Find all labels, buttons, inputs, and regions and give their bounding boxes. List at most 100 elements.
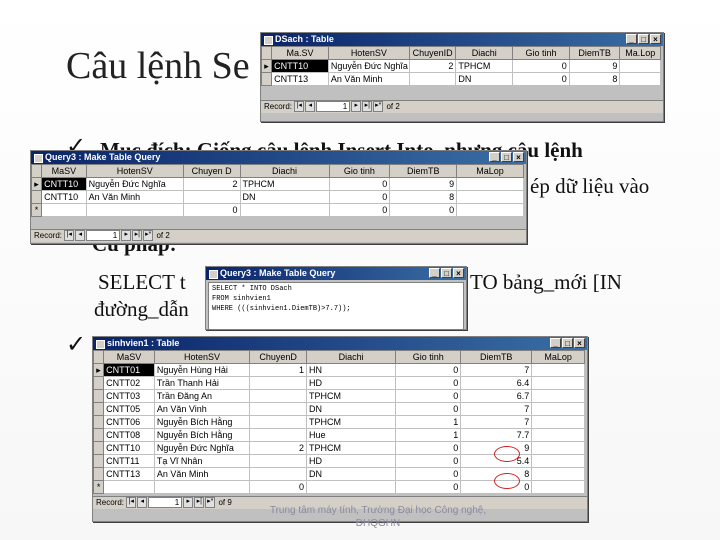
last-record-button[interactable]: ▸|	[132, 230, 143, 242]
column-header[interactable]: DiemTB	[568, 46, 621, 60]
table-row[interactable]: CNTT05 An Văn Vinh DN 0 7	[92, 402, 585, 416]
minimize-button[interactable]: _	[550, 338, 561, 348]
table-cell[interactable]	[239, 203, 330, 217]
close-button[interactable]: ×	[574, 338, 585, 348]
table-cell[interactable]: 1	[395, 428, 462, 442]
column-header[interactable]: Gio tinh	[395, 350, 462, 364]
table-cell[interactable]	[531, 480, 585, 494]
new-record-button[interactable]: ▸*	[373, 101, 384, 113]
table-cell[interactable]: 7.7	[460, 428, 533, 442]
dsach-titlebar[interactable]: DSach : Table _ □ ×	[261, 33, 663, 46]
table-cell[interactable]: 0	[395, 441, 462, 455]
column-header[interactable]: HotenSV	[153, 350, 251, 364]
column-header[interactable]: Chuyen D	[182, 164, 241, 178]
table-cell[interactable]: An Văn Minh	[153, 467, 251, 481]
column-header[interactable]: MaLop	[456, 164, 524, 178]
column-header[interactable]: DiemTB	[460, 350, 533, 364]
table-cell[interactable]	[249, 376, 308, 390]
table-cell[interactable]: DN	[239, 190, 330, 204]
sinhvien1-titlebar[interactable]: sinhvien1 : Table _ □ ×	[93, 337, 587, 350]
row-selector[interactable]	[92, 402, 105, 416]
table-cell[interactable]: CNTT10	[41, 190, 87, 204]
query3-sql-titlebar[interactable]: Query3 : Make Table Query _ □ ×	[206, 267, 466, 280]
table-cell[interactable]	[103, 480, 155, 494]
table-cell[interactable]	[619, 72, 661, 86]
table-cell[interactable]: 0	[395, 467, 462, 481]
table-cell[interactable]	[531, 467, 585, 481]
last-record-button[interactable]: ▸|	[194, 497, 205, 509]
table-row[interactable]: CNTT03 Trần Đăng An TPHCM 0 6.7	[92, 389, 585, 403]
table-row[interactable]: CNTT13 An Văn Minh DN 0 8	[260, 72, 661, 86]
table-cell[interactable]: CNTT10	[41, 177, 87, 191]
row-selector[interactable]	[92, 454, 105, 468]
column-header[interactable]: MaSV	[41, 164, 87, 178]
table-row[interactable]: ▸ CNTT01 Nguyễn Hùng Hải 1 HN 0 7	[92, 363, 585, 377]
column-header[interactable]: ChuyenID	[408, 46, 457, 60]
table-row[interactable]: CNTT08 Nguyễn Bích Hằng Hue 1 7.7	[92, 428, 585, 442]
row-selector[interactable]	[92, 376, 105, 390]
table-cell[interactable]	[531, 415, 585, 429]
table-row[interactable]: CNTT10 An Văn Minh DN 0 8	[30, 190, 524, 204]
column-header[interactable]: Gio tinh	[512, 46, 570, 60]
table-cell[interactable]: CNTT01	[103, 363, 155, 377]
column-header[interactable]: DiemTB	[389, 164, 458, 178]
table-cell[interactable]: 0	[395, 454, 462, 468]
table-cell[interactable]	[531, 376, 585, 390]
table-cell[interactable]	[249, 428, 308, 442]
table-cell[interactable]	[531, 428, 585, 442]
maximize-button[interactable]: □	[562, 338, 573, 348]
next-record-button[interactable]: ▸	[121, 230, 132, 242]
table-cell[interactable]	[41, 203, 87, 217]
table-cell[interactable]: CNTT08	[103, 428, 155, 442]
column-header[interactable]: HotenSV	[327, 46, 410, 60]
table-cell[interactable]: CNTT02	[103, 376, 155, 390]
table-cell[interactable]	[249, 415, 308, 429]
table-cell[interactable]: 0	[389, 203, 458, 217]
query3-sql-window[interactable]: Query3 : Make Table Query _ □ × SELECT *…	[205, 266, 467, 330]
table-cell[interactable]: CNTT10	[271, 59, 329, 73]
maximize-button[interactable]: □	[638, 34, 649, 44]
table-cell[interactable]	[249, 402, 308, 416]
table-cell[interactable]: HD	[306, 376, 397, 390]
column-header[interactable]: MaSV	[103, 350, 155, 364]
row-selector[interactable]: ▸	[30, 177, 43, 191]
table-cell[interactable]: An Văn Vinh	[153, 402, 251, 416]
table-cell[interactable]: 9	[568, 59, 621, 73]
maximize-button[interactable]: □	[441, 268, 452, 278]
row-selector[interactable]	[92, 415, 105, 429]
row-selector[interactable]	[92, 467, 105, 481]
table-row[interactable]: ▸ CNTT10 Nguyễn Đức Nghĩa 2 TPHCM 0 9	[260, 59, 661, 73]
table-cell[interactable]: 0	[182, 203, 241, 217]
table-cell[interactable]: An Văn Minh	[85, 190, 184, 204]
table-cell[interactable]: 2	[408, 59, 457, 73]
close-button[interactable]: ×	[650, 34, 661, 44]
table-cell[interactable]: Nguyễn Đức Nghĩa	[327, 59, 410, 73]
column-header[interactable]: Diachi	[455, 46, 514, 60]
table-cell[interactable]: Hue	[306, 428, 397, 442]
minimize-button[interactable]: _	[626, 34, 637, 44]
table-cell[interactable]: 0	[328, 190, 391, 204]
row-selector[interactable]	[30, 190, 43, 204]
table-cell[interactable]	[531, 389, 585, 403]
table-cell[interactable]	[531, 402, 585, 416]
table-cell[interactable]	[531, 454, 585, 468]
maximize-button[interactable]: □	[501, 152, 512, 162]
dsach-datasheet[interactable]: Ma.SV HotenSV ChuyenID Diachi Gio tinh DiemTB…	[260, 46, 661, 86]
table-cell[interactable]: CNTT13	[271, 72, 329, 86]
table-cell[interactable]: Nguyễn Bích Hằng	[153, 415, 251, 429]
table-row[interactable]: CNTT02 Trần Thanh Hải HD 0 6.4	[92, 376, 585, 390]
table-cell[interactable]: 0	[328, 177, 391, 191]
close-button[interactable]: ×	[513, 152, 524, 162]
table-cell[interactable]: DN	[306, 467, 397, 481]
table-cell[interactable]: 8	[568, 72, 621, 86]
minimize-button[interactable]: _	[429, 268, 440, 278]
table-cell[interactable]: Nguyễn Hùng Hải	[153, 363, 251, 377]
table-cell[interactable]: CNTT06	[103, 415, 155, 429]
column-header[interactable]: ChuyenD	[249, 350, 308, 364]
table-cell[interactable]	[249, 389, 308, 403]
table-cell[interactable]: 2	[182, 177, 241, 191]
table-cell[interactable]	[153, 480, 251, 494]
table-cell[interactable]: TPHCM	[306, 389, 397, 403]
table-cell[interactable]: An Văn Minh	[327, 72, 410, 86]
table-cell[interactable]: 0	[395, 376, 462, 390]
